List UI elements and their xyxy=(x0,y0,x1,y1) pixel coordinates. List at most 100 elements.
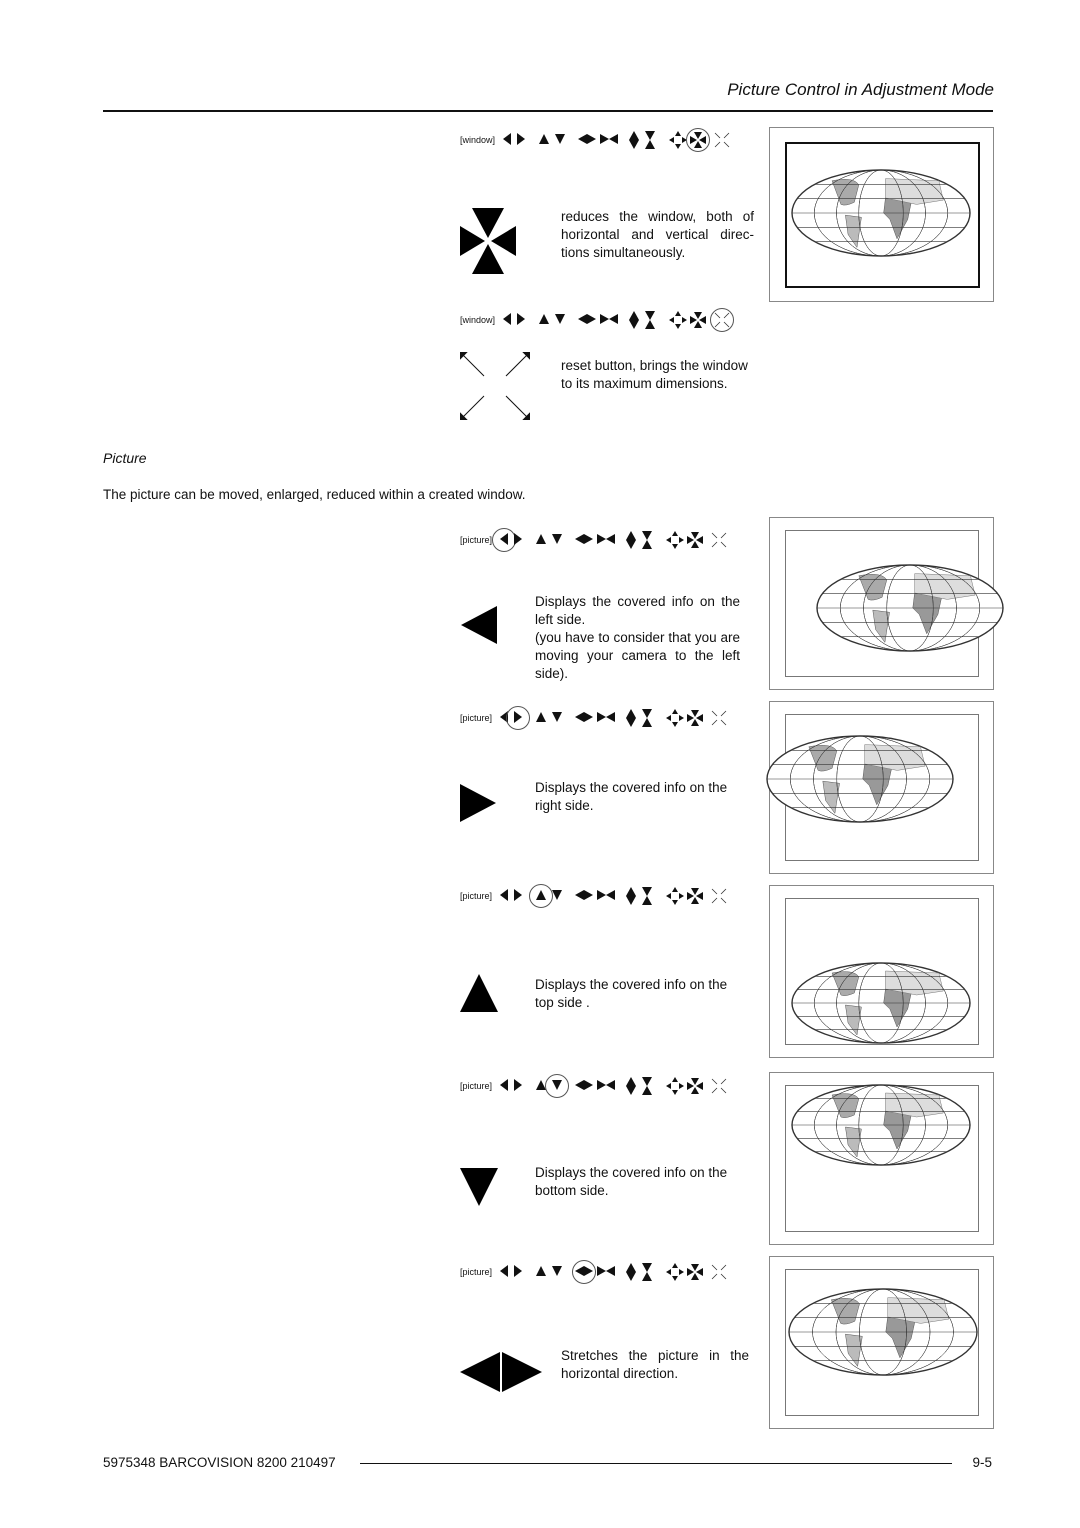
reduce-icon[interactable] xyxy=(689,311,707,329)
arrow-down-icon[interactable] xyxy=(553,131,567,149)
reset-icon[interactable] xyxy=(713,131,731,149)
shrink-vertical-icon[interactable] xyxy=(643,311,657,329)
arrow-left-icon[interactable] xyxy=(498,1263,510,1281)
reduce-icon[interactable] xyxy=(686,531,704,549)
arrow-left-icon[interactable] xyxy=(498,1077,510,1095)
shrink-vertical-icon[interactable] xyxy=(640,1077,654,1095)
enlarge-icon[interactable] xyxy=(666,1263,685,1281)
arrow-down-icon[interactable] xyxy=(550,887,564,905)
reset-icon[interactable] xyxy=(710,308,735,332)
enlarge-icon[interactable] xyxy=(669,131,688,149)
stretch-horizontal-icon[interactable] xyxy=(574,887,594,905)
reset-icon[interactable] xyxy=(710,1263,728,1281)
enlarge-icon[interactable] xyxy=(666,1077,685,1095)
reduce-icon[interactable] xyxy=(686,128,711,152)
window-reset-description: reset button, brings the window to its m… xyxy=(561,358,748,391)
picture-toolbar: [picture] xyxy=(460,1074,728,1098)
arrow-down-icon[interactable] xyxy=(550,709,564,727)
stretch-horizontal-icon[interactable] xyxy=(577,131,597,149)
stretch-horizontal-icon[interactable] xyxy=(574,531,594,549)
selected-indicator xyxy=(686,128,711,152)
reduce-icon[interactable] xyxy=(686,1077,704,1095)
arrow-left-icon[interactable] xyxy=(501,311,513,329)
shrink-vertical-icon[interactable] xyxy=(640,1263,654,1281)
page-header-title: Picture Control in Adjustment Mode xyxy=(727,80,994,99)
stretch-vertical-icon[interactable] xyxy=(627,311,641,329)
toolbar-label: [picture] xyxy=(460,535,493,545)
shrink-horizontal-icon[interactable] xyxy=(596,1077,616,1095)
arrow-up-icon[interactable] xyxy=(534,531,548,549)
stretch-horizontal-icon[interactable] xyxy=(574,709,594,727)
arrow-right-icon[interactable] xyxy=(515,131,527,149)
selected-indicator xyxy=(506,706,531,730)
footer-divider xyxy=(360,1463,952,1464)
shrink-horizontal-icon[interactable] xyxy=(596,531,616,549)
arrow-right-icon[interactable] xyxy=(512,1077,524,1095)
document-page: Picture Control in Adjustment Mode [wind… xyxy=(0,0,1080,1528)
enlarge-icon[interactable] xyxy=(666,887,685,905)
shrink-horizontal-icon[interactable] xyxy=(599,131,619,149)
arrow-left-icon[interactable] xyxy=(498,887,510,905)
stretch-vertical-icon[interactable] xyxy=(624,1263,638,1281)
arrow-up-icon[interactable] xyxy=(537,131,551,149)
enlarge-icon[interactable] xyxy=(666,531,685,549)
arrow-down-icon[interactable] xyxy=(550,1263,564,1281)
world-map-image xyxy=(816,564,1004,652)
arrow-up-icon[interactable] xyxy=(534,1263,548,1281)
shrink-vertical-icon[interactable] xyxy=(640,531,654,549)
stretch-vertical-icon[interactable] xyxy=(624,531,638,549)
reset-icon[interactable] xyxy=(710,709,728,727)
window-toolbar: [window] xyxy=(460,308,735,332)
reduce-icon[interactable] xyxy=(686,709,704,727)
shrink-horizontal-icon[interactable] xyxy=(596,709,616,727)
arrow-up-icon[interactable] xyxy=(534,709,548,727)
shrink-horizontal-icon[interactable] xyxy=(596,1263,616,1281)
arrow-right-icon[interactable] xyxy=(515,311,527,329)
selected-indicator xyxy=(545,1074,570,1098)
reset-icon[interactable] xyxy=(710,887,728,905)
section-heading: Picture xyxy=(103,450,147,466)
stretch-vertical-icon[interactable] xyxy=(624,887,638,905)
arrow-down-icon[interactable] xyxy=(545,1074,570,1098)
arrow-right-icon[interactable] xyxy=(512,1263,524,1281)
arrow-up-icon xyxy=(460,974,498,1012)
shrink-horizontal-icon[interactable] xyxy=(599,311,619,329)
arrow-right-icon xyxy=(460,784,496,822)
stretch-horizontal-icon[interactable] xyxy=(572,1260,597,1284)
enlarge-icon[interactable] xyxy=(669,311,688,329)
shrink-vertical-icon[interactable] xyxy=(643,131,657,149)
stretch-horizontal-icon xyxy=(460,1352,542,1392)
description-text: Displays the covered info on the left si… xyxy=(535,594,740,627)
world-map-image xyxy=(791,1084,971,1166)
stretch-horizontal-icon[interactable] xyxy=(574,1077,594,1095)
picture-right-illustration xyxy=(766,701,994,874)
arrow-right-icon[interactable] xyxy=(512,887,524,905)
picture-top-description: Displays the covered info on the top sid… xyxy=(535,977,728,1010)
reduce-icon[interactable] xyxy=(686,1263,704,1281)
stretch-horizontal-icon[interactable] xyxy=(577,311,597,329)
stretch-vertical-icon[interactable] xyxy=(624,709,638,727)
picture-bottom-illustration xyxy=(769,1072,994,1245)
arrow-right-icon[interactable] xyxy=(512,531,524,549)
shrink-horizontal-icon[interactable] xyxy=(596,887,616,905)
shrink-vertical-icon[interactable] xyxy=(640,887,654,905)
arrow-down-icon[interactable] xyxy=(553,311,567,329)
arrow-left-icon[interactable] xyxy=(492,528,517,552)
arrow-up-icon[interactable] xyxy=(537,311,551,329)
arrow-down-icon[interactable] xyxy=(550,531,564,549)
section-intro: The picture can be moved, enlarged, redu… xyxy=(103,487,526,502)
world-map-image xyxy=(766,735,954,823)
shrink-vertical-icon[interactable] xyxy=(640,709,654,727)
reset-icon[interactable] xyxy=(710,531,728,549)
arrow-right-icon[interactable] xyxy=(506,706,531,730)
stretch-vertical-icon[interactable] xyxy=(627,131,641,149)
arrow-up-icon[interactable] xyxy=(529,884,554,908)
toolbar-label: [picture] xyxy=(460,1267,493,1277)
reset-icon[interactable] xyxy=(710,1077,728,1095)
toolbar-label: [window] xyxy=(460,135,496,145)
enlarge-icon[interactable] xyxy=(666,709,685,727)
stretch-vertical-icon[interactable] xyxy=(624,1077,638,1095)
arrow-left-icon[interactable] xyxy=(501,131,513,149)
picture-bottom-description: Displays the covered info on the bottom … xyxy=(535,1165,728,1198)
reduce-icon[interactable] xyxy=(686,887,704,905)
